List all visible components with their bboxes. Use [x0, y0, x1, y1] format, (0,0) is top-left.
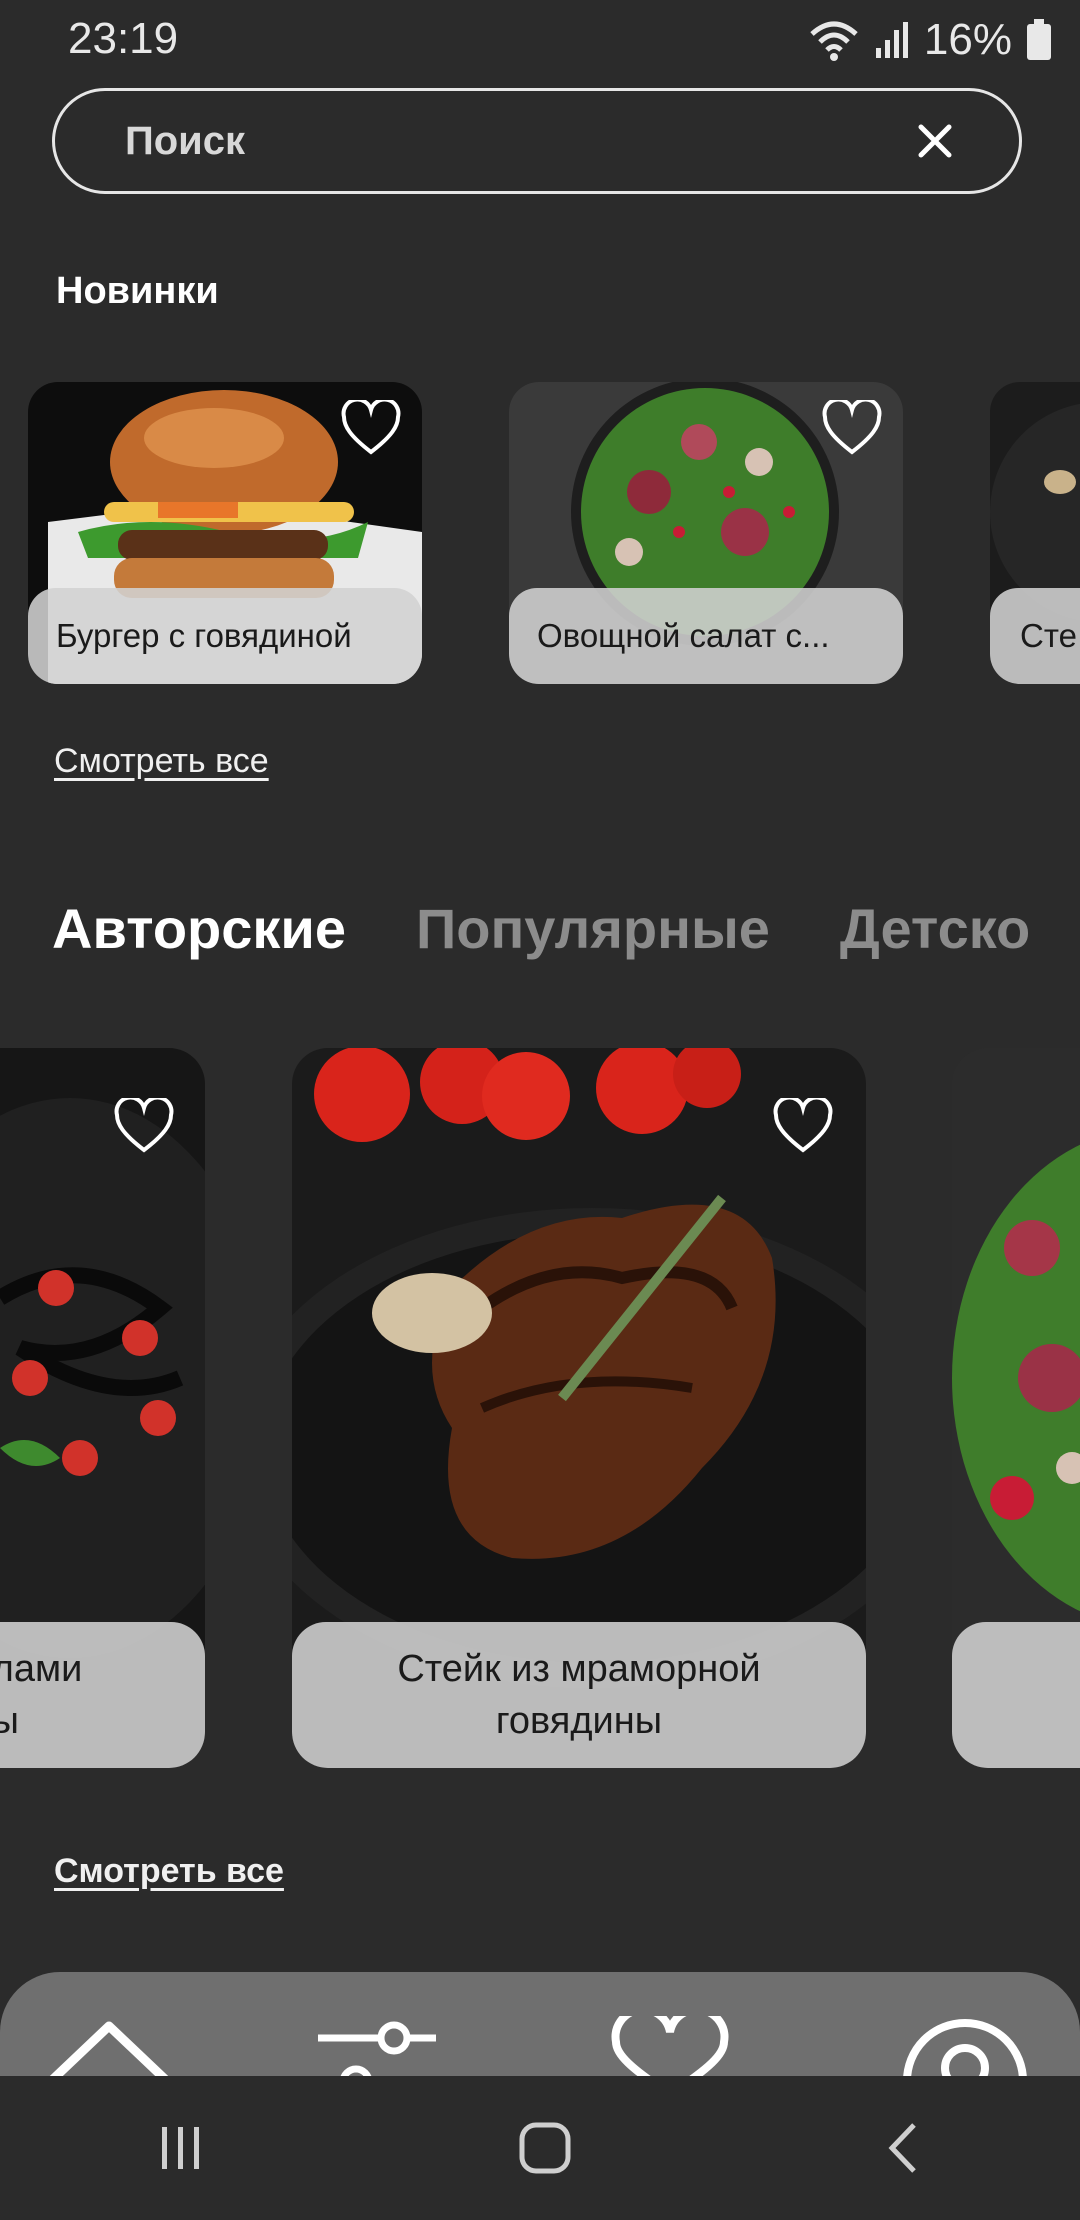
signal-icon: [875, 22, 908, 58]
search-bar[interactable]: Поиск: [52, 88, 1022, 194]
new-item-card[interactable]: Сте: [990, 382, 1080, 684]
system-nav: [0, 2076, 1080, 2220]
see-all-link[interactable]: Смотреть все: [54, 1852, 284, 1891]
new-item-card[interactable]: Бургер с говядиной: [28, 382, 422, 684]
filter-icon[interactable]: [312, 2014, 442, 2084]
recents-icon[interactable]: [156, 2123, 206, 2173]
search-input[interactable]: Поиск: [125, 119, 245, 164]
tab-author[interactable]: Авторские: [52, 896, 346, 961]
status-icons: 16%: [808, 14, 1052, 66]
item-name: [952, 1622, 1080, 1768]
featured-card[interactable]: Стейк из мраморной говядины: [292, 1048, 866, 1768]
battery-icon: [1027, 19, 1051, 60]
see-all-link[interactable]: Смотреть все: [54, 742, 269, 781]
category-tabs: Авторские Популярные Детско: [52, 896, 1030, 961]
section-title-new: Новинки: [56, 270, 219, 312]
heart-icon[interactable]: [340, 400, 402, 456]
heart-icon[interactable]: [821, 400, 883, 456]
item-name: Овощной салат с...: [509, 588, 903, 684]
home-circle-icon[interactable]: [518, 2121, 572, 2175]
close-icon[interactable]: [915, 121, 955, 161]
battery-percent: 16%: [923, 15, 1012, 64]
item-name: Стейк из мраморной говядины: [292, 1622, 866, 1768]
featured-card[interactable]: [952, 1048, 1080, 1768]
status-time: 23:19: [68, 14, 179, 63]
tab-kids[interactable]: Детско: [840, 896, 1030, 961]
back-icon[interactable]: [884, 2121, 924, 2175]
new-item-card[interactable]: Овощной салат с...: [509, 382, 903, 684]
item-name: ...лами ...ы: [0, 1622, 205, 1768]
heart-icon[interactable]: [772, 1098, 834, 1154]
item-name: Бургер с говядиной: [28, 588, 422, 684]
tab-popular[interactable]: Популярные: [416, 896, 770, 961]
featured-card[interactable]: ...лами ...ы: [0, 1048, 205, 1768]
item-name: Сте: [990, 588, 1080, 684]
wifi-icon: [810, 21, 858, 61]
heart-icon[interactable]: [113, 1098, 175, 1154]
